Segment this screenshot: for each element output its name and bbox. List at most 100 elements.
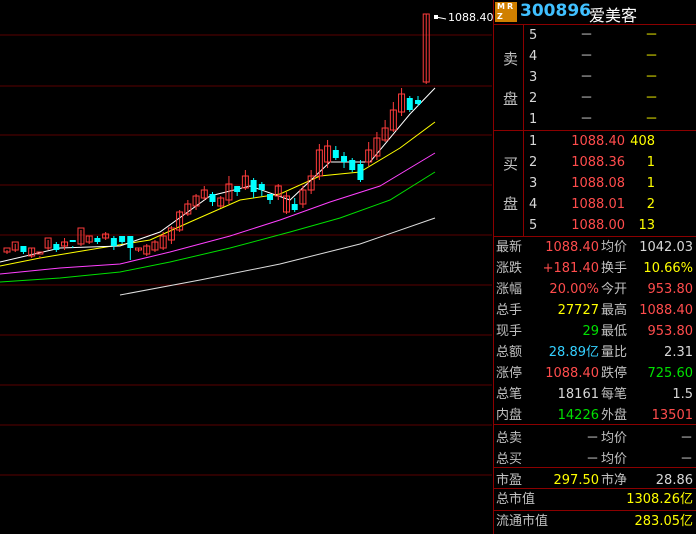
stat-row[interactable]: 总卖－均价－: [493, 428, 696, 449]
stat-value-2: 13501: [651, 408, 693, 423]
sell-level-row[interactable]: 3 － －: [493, 67, 696, 88]
stat-row[interactable]: 总笔 18161 每笔 1.5: [493, 384, 696, 405]
buy-level-row[interactable]: 3 1088.08 1: [493, 173, 696, 194]
sell-level-row[interactable]: 5 － －: [493, 25, 696, 46]
stat-row[interactable]: 涨停 1088.40 跌停 725.60: [493, 363, 696, 384]
stat-label: 涨幅: [496, 282, 523, 297]
sell-volume: －: [644, 49, 658, 64]
level-num: 3: [529, 70, 538, 85]
candle-body: [209, 194, 216, 202]
sell-volume: －: [644, 91, 658, 106]
stat-row[interactable]: 涨跌 +181.40 换手 10.66%: [493, 258, 696, 279]
stat-row[interactable]: 涨幅 20.00% 今开 953.80: [493, 279, 696, 300]
candle-body: [94, 238, 101, 242]
stat-row[interactable]: 总额 28.89亿 量比 2.31: [493, 342, 696, 363]
stat-label-2: 今开: [601, 282, 628, 297]
sell-volume: －: [644, 70, 658, 85]
stat-row[interactable]: 最新 1088.40 均价 1042.03: [493, 237, 696, 258]
stock-code: 300896: [520, 1, 591, 21]
candle-body: [357, 164, 364, 180]
candle-body: [332, 150, 339, 158]
sell-level-row[interactable]: 1 － －: [493, 109, 696, 130]
stat-label: 总笔: [496, 387, 523, 402]
candle-body: [53, 244, 60, 250]
buy-level-row[interactable]: 5 1088.00 13: [493, 215, 696, 236]
buy-level-row[interactable]: 2 1088.36 1: [493, 152, 696, 173]
stat-label: 总卖: [496, 431, 523, 446]
candle-body: [20, 246, 27, 252]
kline-chart[interactable]: 1088.40: [0, 0, 494, 534]
stat-label-2: 外盘: [601, 408, 628, 423]
stat-value-2: 1.5: [672, 387, 693, 402]
buy-volume: 2: [646, 197, 655, 212]
stat-label-2: 均价: [601, 431, 628, 446]
stat-value-2: 725.60: [647, 366, 694, 381]
stat-value: 28.89亿: [548, 345, 599, 360]
stat-row[interactable]: 内盘 14226 外盘 13501: [493, 405, 696, 426]
float-mcap-label: 流通市值: [496, 514, 549, 529]
level-num: 4: [529, 197, 538, 212]
ma5-line: [0, 87, 436, 263]
candle-body: [258, 184, 265, 190]
candle-body: [110, 238, 117, 246]
candle-body: [69, 240, 76, 242]
stat-value: +181.40: [542, 261, 599, 276]
stat-value: －: [585, 431, 599, 446]
stat-label-2: 量比: [601, 345, 628, 360]
market-cap-row[interactable]: 总市值 1308.26亿: [493, 489, 696, 510]
mcap-label: 总市值: [496, 492, 536, 507]
mcap-value: 1308.26亿: [626, 492, 693, 507]
buy-volume: 1: [646, 155, 655, 170]
buy-volume: 408: [630, 134, 655, 149]
level-num: 5: [529, 218, 538, 233]
sell-level-row[interactable]: 4 － －: [493, 46, 696, 67]
buy-volume: 1: [646, 176, 655, 191]
sell-price: －: [579, 28, 593, 43]
level-num: 5: [529, 28, 538, 43]
stat-value: 29: [582, 324, 599, 339]
stat-label-2: 每笔: [601, 387, 628, 402]
candle-body: [267, 194, 274, 200]
ma60-line: [119, 217, 436, 296]
level-num: 4: [529, 49, 538, 64]
candle-body: [234, 186, 241, 192]
stat-label: 涨跌: [496, 261, 523, 276]
candle-body: [127, 236, 134, 248]
stat-label: 总额: [496, 345, 523, 360]
stat-value: 14226: [557, 408, 599, 423]
stat-label: 涨停: [496, 366, 523, 381]
margin-badge-icon: M R Z: [495, 2, 517, 22]
stat-label: 现手: [496, 324, 523, 339]
ma20-line: [0, 152, 436, 275]
stock-name: 爱美客: [589, 6, 638, 25]
stat-label: 总手: [496, 303, 523, 318]
stat-value: 1088.40: [545, 366, 599, 381]
stat-row[interactable]: 现手 29 最低 953.80: [493, 321, 696, 342]
stat-value-2: －: [679, 431, 693, 446]
stat-value: 27727: [557, 303, 599, 318]
buy-volume: 13: [638, 218, 655, 233]
sell-price: －: [579, 112, 593, 127]
stat-value: 20.00%: [549, 282, 599, 297]
ma30-line: [0, 171, 436, 283]
level-num: 2: [529, 155, 538, 170]
stat-value-2: 10.66%: [643, 261, 693, 276]
stat-row[interactable]: 总手 27727 最高 1088.40: [493, 300, 696, 321]
stat-value-2: 1042.03: [639, 240, 693, 255]
sell-price: －: [579, 91, 593, 106]
stat-label: 内盘: [496, 408, 523, 423]
buy-level-row[interactable]: 1 1088.40 408: [493, 131, 696, 152]
level-num: 2: [529, 91, 538, 106]
stat-value-2: 953.80: [647, 324, 694, 339]
quote-panel: M R Z 300896 爱美客 卖 盘 5 －－ 4 －－ 3 －－ 2 －－ 1 －－ 买 盘…: [493, 0, 696, 534]
stat-value-2: 953.80: [647, 282, 694, 297]
candle-body: [250, 180, 257, 192]
float-market-cap-row[interactable]: 流通市值 283.05亿: [493, 511, 696, 532]
level-num: 1: [529, 112, 538, 127]
kline-svg: [0, 13, 492, 476]
buy-level-row[interactable]: 4 1088.01 2: [493, 194, 696, 215]
stat-value-2: 2.31: [664, 345, 693, 360]
level-num: 1: [529, 134, 538, 149]
stat-value-2: 1088.40: [639, 303, 693, 318]
sell-level-row[interactable]: 2 － －: [493, 88, 696, 109]
